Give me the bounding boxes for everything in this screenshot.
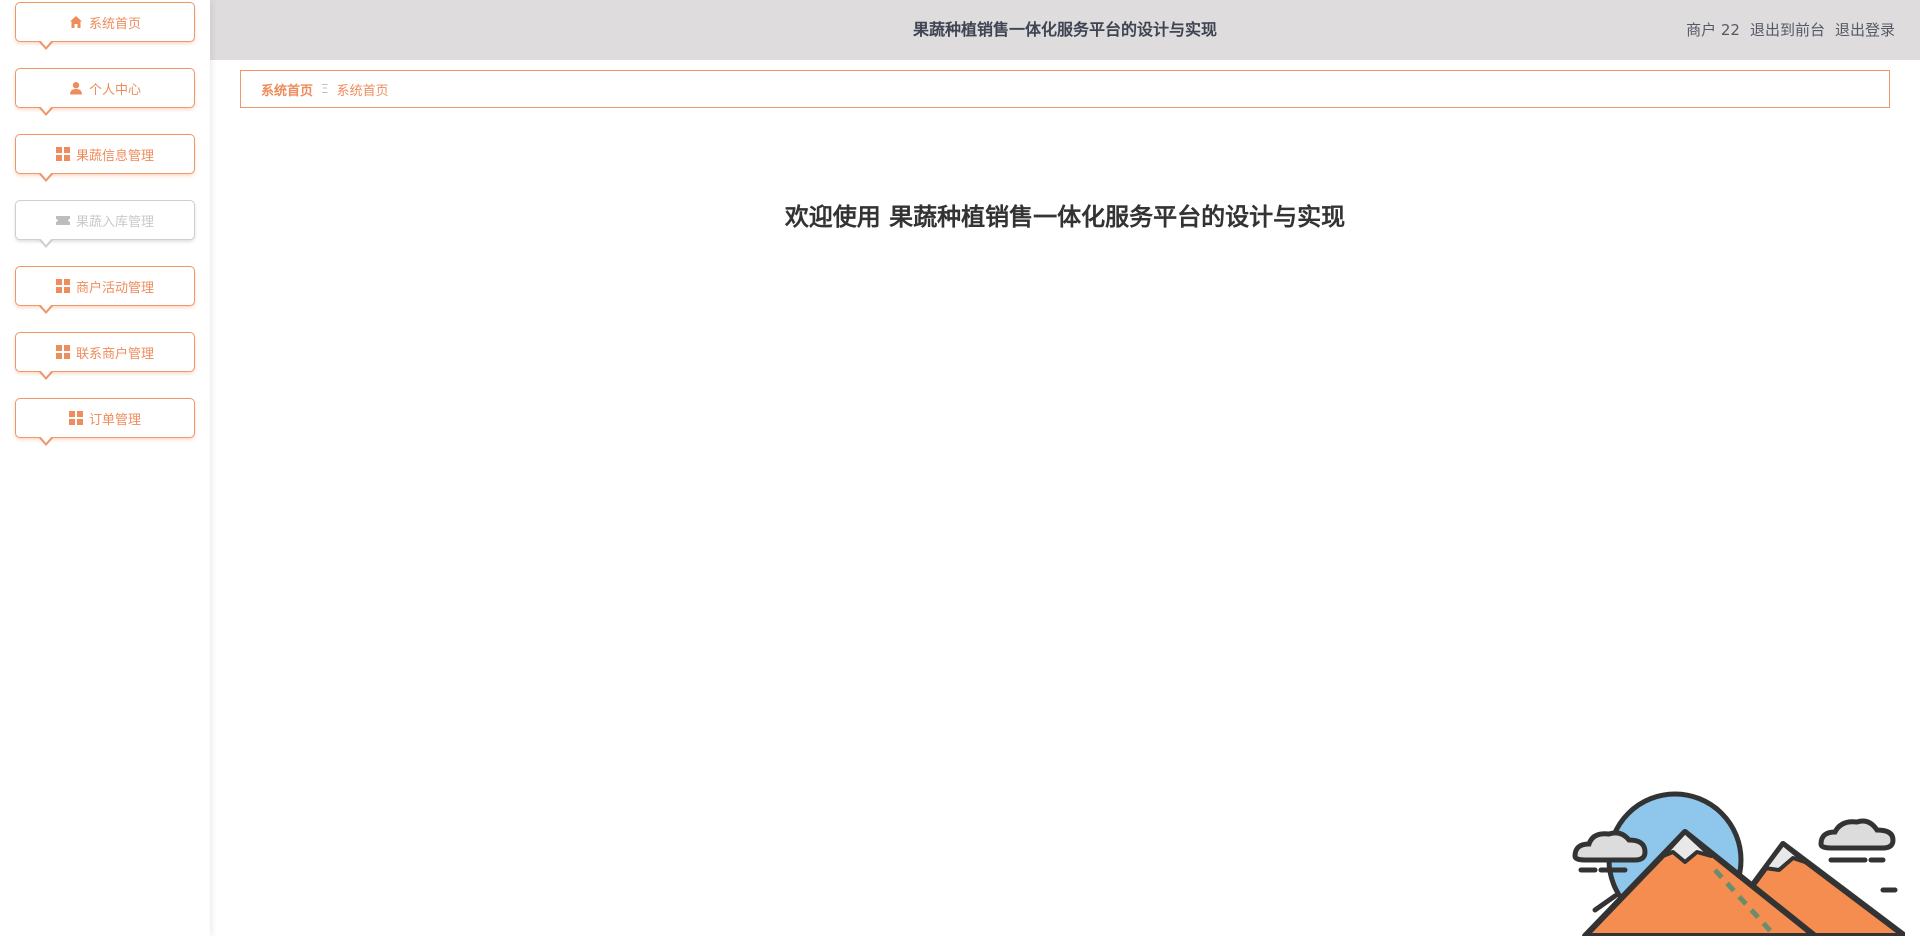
sidebar-item-merchant-activity[interactable]: 商户活动管理 (15, 266, 195, 314)
logout-link[interactable]: 退出登录 (1835, 0, 1895, 60)
user-name: 商户 22 (1686, 21, 1740, 39)
top-header: 果蔬种植销售一体化服务平台的设计与实现 商户 22 退出到前台 退出登录 (210, 0, 1920, 60)
sidebar-item-label: 果蔬入库管理 (75, 214, 154, 230)
sidebar-item-personal-center[interactable]: 个人中心 (15, 68, 195, 116)
breadcrumb: 系统首页 Ξ 系统首页 (240, 70, 1890, 108)
grid-icon (55, 147, 70, 161)
sidebar-item-label: 商户活动管理 (75, 280, 154, 296)
sidebar-item-produce-stock[interactable]: 果蔬入库管理 (15, 200, 195, 248)
exit-to-front-link[interactable]: 退出到前台 (1750, 0, 1825, 60)
breadcrumb-home-link[interactable]: 系统首页 (261, 80, 313, 99)
sidebar-item-label: 订单管理 (88, 412, 141, 428)
home-icon (69, 15, 83, 29)
sidebar-item-label: 个人中心 (88, 82, 141, 98)
ticket-icon (55, 213, 70, 227)
header-user-actions: 商户 22 退出到前台 退出登录 (1686, 0, 1895, 60)
sidebar-item-label: 系统首页 (88, 16, 141, 32)
sidebar-item-label: 果蔬信息管理 (75, 148, 154, 164)
grid-icon (55, 279, 70, 293)
user-icon (69, 81, 83, 95)
breadcrumb-current: 系统首页 (336, 83, 389, 99)
sidebar: 系统首页 个人中心 果蔬信息管理 果蔬入库管理 商户活动管理 联系商户管理 订单… (0, 0, 210, 936)
cloud-right (1818, 818, 1896, 863)
sidebar-item-contact-merchant[interactable]: 联系商户管理 (15, 332, 195, 380)
grid-icon (68, 411, 83, 425)
app-title: 果蔬种植销售一体化服务平台的设计与实现 (912, 20, 1217, 39)
sidebar-item-orders[interactable]: 订单管理 (15, 398, 195, 446)
grid-icon (55, 345, 70, 359)
mountain-illustration (1572, 791, 1905, 936)
welcome-heading: 欢迎使用 果蔬种植销售一体化服务平台的设计与实现 (784, 203, 1346, 231)
breadcrumb-separator: Ξ (321, 82, 329, 96)
sidebar-item-produce-info[interactable]: 果蔬信息管理 (15, 134, 195, 182)
sidebar-item-home[interactable]: 系统首页 (15, 2, 195, 50)
sidebar-item-label: 联系商户管理 (75, 346, 154, 362)
